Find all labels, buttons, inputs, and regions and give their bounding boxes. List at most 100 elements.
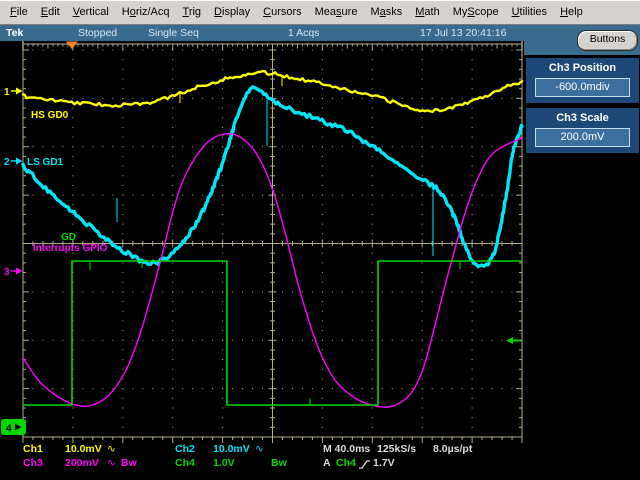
channel-marker-ch4-box[interactable] — [1, 419, 26, 435]
grid-dot — [172, 282, 173, 283]
grid-dot — [92, 340, 93, 341]
grid-dot — [92, 291, 93, 292]
trigger-level-arrow-icon[interactable] — [506, 337, 521, 344]
grid-dot — [402, 195, 403, 196]
grid-dot — [202, 340, 203, 341]
grid-dot — [82, 340, 83, 341]
grid-dot — [172, 262, 173, 263]
grid-dot — [122, 417, 123, 418]
grid-dot — [62, 50, 63, 51]
grid-dot — [222, 359, 223, 360]
grid-dot — [102, 50, 103, 51]
grid-dot — [72, 224, 73, 225]
buttons-button[interactable]: Buttons — [577, 30, 638, 51]
grid-dot — [52, 50, 53, 51]
grid-dot — [172, 98, 173, 99]
grid-dot — [442, 340, 443, 341]
grid-dot — [32, 50, 33, 51]
grid-dot — [422, 98, 423, 99]
grid-dot — [182, 388, 183, 389]
grid-dot — [412, 98, 413, 99]
grid-dot — [282, 291, 283, 292]
grid-dot — [372, 417, 373, 418]
grid-dot — [42, 195, 43, 196]
grid-dot — [172, 69, 173, 70]
menu-item-help[interactable]: Help — [560, 6, 583, 18]
grid-dot — [502, 340, 503, 341]
menu-item-edit[interactable]: Edit — [41, 6, 60, 18]
grid-dot — [192, 388, 193, 389]
grid-dot — [472, 98, 473, 99]
grid-dot — [432, 291, 433, 292]
grid-dot — [222, 349, 223, 350]
grid-dot — [32, 388, 33, 389]
menu-item-utilities[interactable]: Utilities — [512, 6, 547, 18]
grid-dot — [422, 349, 423, 350]
menu-item-horizacq[interactable]: Horiz/Acq — [122, 6, 170, 18]
grid-dot — [372, 407, 373, 408]
menu-item-trig[interactable]: Trig — [183, 6, 202, 18]
grid-dot — [172, 301, 173, 302]
grid-dot — [392, 146, 393, 147]
grid-dot — [122, 127, 123, 128]
grid-dot — [312, 50, 313, 51]
grid-dot — [382, 146, 383, 147]
ch3-position-value[interactable]: -600.0mdiv — [535, 78, 630, 97]
trace-label-ch1: HS GD0 — [31, 110, 69, 121]
channel-marker-ch3-arrow-icon[interactable] — [16, 268, 23, 275]
grid-dot — [462, 340, 463, 341]
menu-item-math[interactable]: Math — [415, 6, 439, 18]
grid-dot — [442, 388, 443, 389]
grid-dot — [172, 166, 173, 167]
grid-dot — [122, 79, 123, 80]
grid-dot — [172, 108, 173, 109]
grid-dot — [482, 388, 483, 389]
grid-dot — [232, 98, 233, 99]
ch3-scale-value[interactable]: 200.0mV — [535, 128, 630, 147]
menu-item-display[interactable]: Display — [214, 6, 250, 18]
channel-marker-ch3[interactable]: 3 — [4, 267, 10, 278]
grid-dot — [172, 175, 173, 176]
grid-dot — [422, 166, 423, 167]
grid-dot — [282, 388, 283, 389]
grid-dot — [52, 340, 53, 341]
channel-marker-ch1-arrow-icon[interactable] — [16, 88, 23, 95]
grid-dot — [332, 98, 333, 99]
grid-dot — [302, 98, 303, 99]
grid-dot — [352, 98, 353, 99]
grid-dot — [322, 59, 323, 60]
grid-dot — [102, 195, 103, 196]
grid-dot — [512, 98, 513, 99]
grid-dot — [372, 108, 373, 109]
grid-dot — [432, 50, 433, 51]
grid-dot — [452, 50, 453, 51]
status-bar: Tek Stopped Single Seq 1 Acqs 17 Jul 13 … — [0, 25, 640, 41]
menu-item-file[interactable]: File — [10, 6, 28, 18]
grid-dot — [182, 195, 183, 196]
menu-item-vertical[interactable]: Vertical — [73, 6, 109, 18]
menu-item-cursors[interactable]: Cursors — [263, 6, 302, 18]
channel-marker-ch4[interactable]: 4 — [6, 424, 12, 435]
menu-item-myscope[interactable]: MyScope — [453, 6, 499, 18]
channel-marker-ch1[interactable]: 1 — [4, 87, 10, 98]
grid-dot — [482, 50, 483, 51]
grid-dot — [472, 427, 473, 428]
grid-dot — [102, 340, 103, 341]
grid-dot — [172, 340, 173, 341]
grid-dot — [372, 166, 373, 167]
grid-dot — [292, 146, 293, 147]
menu-item-measure[interactable]: Measure — [315, 6, 358, 18]
grid-dot — [192, 195, 193, 196]
grid-dot — [172, 59, 173, 60]
grid-dot — [422, 79, 423, 80]
grid-dot — [122, 359, 123, 360]
channel-marker-ch2[interactable]: 2 — [4, 157, 10, 168]
grid-dot — [32, 146, 33, 147]
grid-dot — [372, 359, 373, 360]
grid-dot — [72, 214, 73, 215]
grid-dot — [252, 50, 253, 51]
grid-dot — [352, 50, 353, 51]
grid-dot — [132, 291, 133, 292]
grid-dot — [372, 185, 373, 186]
menu-item-masks[interactable]: Masks — [370, 6, 402, 18]
